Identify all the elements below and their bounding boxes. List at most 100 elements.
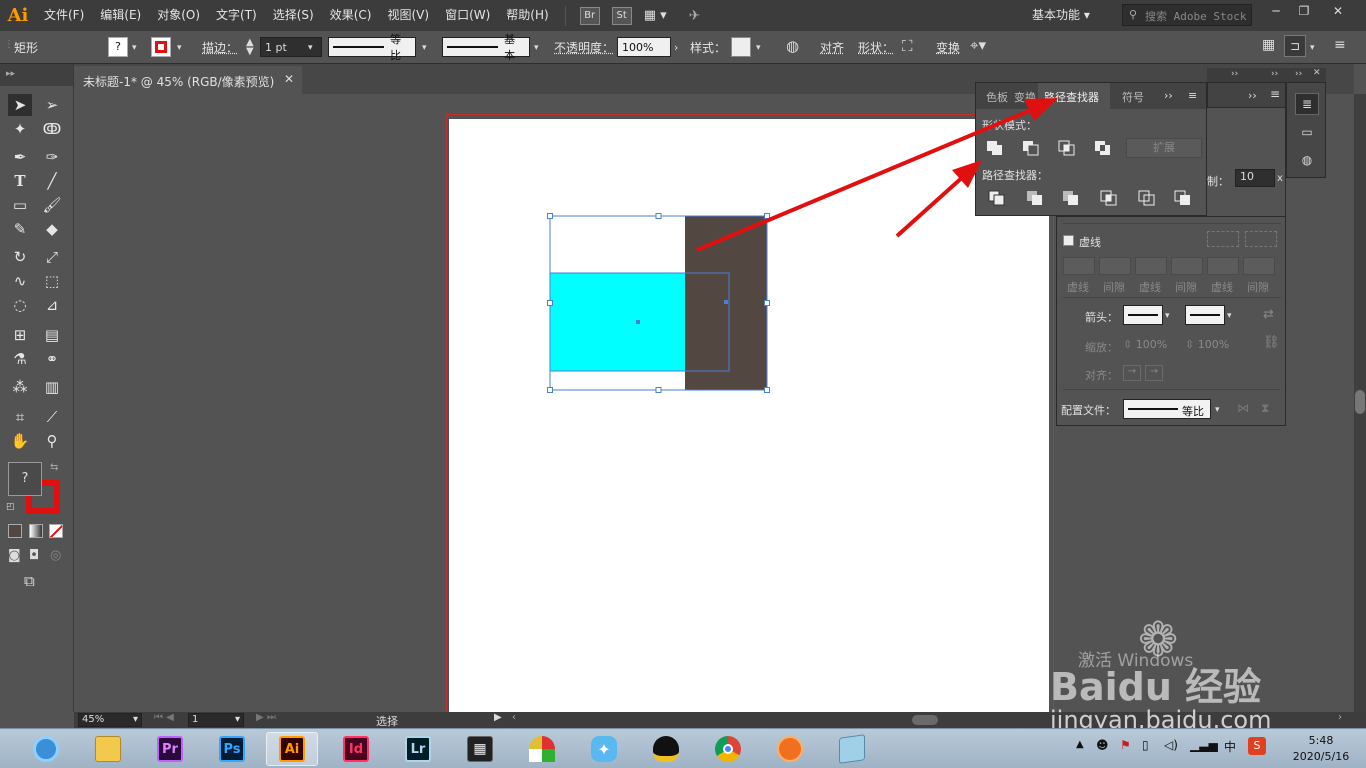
- menu-type[interactable]: 文字(T): [208, 0, 265, 31]
- taskbar-chrome[interactable]: [702, 732, 754, 766]
- gradient-tool-icon[interactable]: ▤: [40, 324, 64, 346]
- scroll-right-icon[interactable]: ›: [1338, 712, 1342, 723]
- collapse-icon[interactable]: ››: [1271, 69, 1278, 79]
- dash-align-icon[interactable]: [1245, 231, 1277, 247]
- rotate-tool-icon[interactable]: ↻: [8, 246, 32, 268]
- end-arrowhead-dropdown[interactable]: [1185, 305, 1225, 325]
- line-tool-icon[interactable]: ╱: [40, 170, 64, 192]
- horizontal-scrollbar-thumb[interactable]: [912, 715, 938, 725]
- taskbar-photoshop[interactable]: Ps: [206, 732, 258, 766]
- taskbar-file-explorer[interactable]: [82, 732, 134, 766]
- gap-field-2[interactable]: [1171, 257, 1203, 275]
- close-button[interactable]: ✕: [1328, 4, 1348, 22]
- none-mode-button[interactable]: [49, 524, 63, 538]
- cyan-rectangle[interactable]: [550, 273, 685, 371]
- artboard-number-field[interactable]: 1 ▾: [188, 713, 244, 727]
- vertical-scrollbar-thumb[interactable]: [1355, 390, 1365, 414]
- opacity-label[interactable]: 不透明度：: [554, 39, 614, 56]
- battery-icon[interactable]: ▯: [1142, 738, 1149, 752]
- resize-handle[interactable]: [655, 387, 662, 393]
- mesh-tool-icon[interactable]: ⊞: [8, 324, 32, 346]
- lasso-tool-icon[interactable]: ↂ: [40, 118, 64, 140]
- stroke-label[interactable]: 描边：: [202, 39, 238, 56]
- chevron-down-icon[interactable]: ▾: [534, 43, 539, 53]
- status-menu-arrow-icon[interactable]: ▶: [494, 712, 502, 723]
- gradient-mode-button[interactable]: [29, 524, 43, 538]
- resize-handle[interactable]: [547, 387, 553, 393]
- close-icon[interactable]: ✕: [284, 72, 294, 86]
- transform-label[interactable]: 变换: [936, 39, 960, 56]
- zoom-level-field[interactable]: 45% ▾: [78, 713, 142, 727]
- arrange-panels-icon[interactable]: ▦: [1262, 37, 1275, 53]
- column-graph-tool-icon[interactable]: ▥: [40, 376, 64, 398]
- miter-limit-field[interactable]: 10: [1235, 169, 1275, 187]
- stock-button[interactable]: St: [611, 6, 632, 25]
- intersect-button[interactable]: [1058, 140, 1076, 156]
- transparency-panel-icon[interactable]: ◍: [1295, 149, 1319, 171]
- more-tabs-icon[interactable]: ››: [1248, 89, 1257, 102]
- taskbar-illustrator[interactable]: Ai: [266, 732, 318, 766]
- dash-field-1[interactable]: [1063, 257, 1095, 275]
- brush-definition-dropdown[interactable]: 基本: [442, 33, 530, 62]
- gradient-panel-icon[interactable]: ▭: [1295, 121, 1319, 143]
- signal-icon[interactable]: ▁▃▅: [1190, 738, 1218, 752]
- align-label[interactable]: 对齐: [820, 39, 844, 56]
- chevron-down-icon[interactable]: ▾: [1227, 311, 1232, 321]
- screen-mode-icon[interactable]: ⧉: [24, 572, 35, 590]
- scale-start-field[interactable]: ⇳ 100%: [1123, 338, 1167, 351]
- arrange-documents-icon[interactable]: ▦ ▾: [644, 8, 667, 23]
- shape-builder-tool-icon[interactable]: ◌: [8, 294, 32, 316]
- rectangle-tool-icon[interactable]: ▭: [8, 194, 32, 216]
- merge-button[interactable]: [1062, 190, 1080, 206]
- restore-button[interactable]: ❐: [1294, 4, 1314, 22]
- resize-handle[interactable]: [764, 300, 770, 306]
- scale-end-field[interactable]: ⇳ 100%: [1185, 338, 1229, 351]
- eraser-tool-icon[interactable]: ◆: [40, 218, 64, 240]
- scroll-left-icon[interactable]: ‹: [512, 712, 516, 723]
- dashed-line-checkbox[interactable]: [1063, 235, 1074, 246]
- opacity-field[interactable]: 100%: [617, 37, 671, 57]
- draw-behind-icon[interactable]: ◘: [29, 548, 39, 563]
- system-clock[interactable]: 5:48 2020/5/16: [1284, 733, 1358, 765]
- dash-field-3[interactable]: [1207, 257, 1239, 275]
- tab-symbols[interactable]: 符号: [1122, 89, 1146, 105]
- type-tool-icon[interactable]: T: [8, 170, 32, 192]
- shape-properties-icon[interactable]: ⛶: [902, 37, 913, 55]
- properties-panel-icon[interactable]: ≣: [1295, 93, 1319, 115]
- paintbrush-tool-icon[interactable]: 🖌: [40, 194, 64, 216]
- flip-along-icon[interactable]: ⋈: [1237, 401, 1249, 415]
- collapse-icon[interactable]: ››: [1231, 69, 1238, 79]
- outline-button[interactable]: [1138, 190, 1156, 206]
- default-fill-stroke-icon[interactable]: ◰: [6, 502, 15, 512]
- tools-panel-header[interactable]: ▸▸: [0, 64, 73, 86]
- collapse-icon[interactable]: ››: [1295, 69, 1302, 79]
- taskbar-browser-360[interactable]: [20, 732, 72, 766]
- graphic-style-swatch[interactable]: [731, 37, 751, 57]
- arrow-align-extend-icon[interactable]: →: [1123, 365, 1141, 381]
- shape-label[interactable]: 形状：: [858, 39, 894, 56]
- hand-tool-icon[interactable]: ✋: [8, 430, 32, 452]
- input-method-indicator[interactable]: 中: [1224, 738, 1236, 755]
- minus-back-button[interactable]: [1174, 190, 1192, 206]
- arrow-align-place-icon[interactable]: →: [1145, 365, 1163, 381]
- dash-preserve-icon[interactable]: [1207, 231, 1239, 247]
- draw-inside-icon[interactable]: ◎: [50, 548, 61, 563]
- variable-width-profile-dropdown[interactable]: 等比: [328, 33, 416, 62]
- panel-menu-icon[interactable]: ≡: [1270, 87, 1280, 101]
- scale-tool-icon[interactable]: ⤢: [40, 246, 64, 268]
- pen-tool-icon[interactable]: ✒: [8, 146, 32, 168]
- minus-front-button[interactable]: [1022, 140, 1040, 156]
- exclude-button[interactable]: [1094, 140, 1112, 156]
- stock-search-input[interactable]: ⚲ 搜索 Adobe Stock: [1122, 4, 1252, 26]
- isolate-icon[interactable]: ⌖▾: [970, 36, 986, 54]
- resize-handle[interactable]: [547, 213, 553, 219]
- panel-collapse-bar[interactable]: ›› ›› ›› ✕: [1207, 68, 1326, 82]
- close-icon[interactable]: ✕: [1313, 68, 1321, 78]
- taskbar-bird-app[interactable]: ✦: [578, 732, 630, 766]
- taskbar-video-player[interactable]: ▦: [454, 732, 506, 766]
- taskbar-lightroom[interactable]: Lr: [392, 732, 444, 766]
- swap-fill-stroke-icon[interactable]: ⇆: [50, 462, 58, 473]
- document-tab[interactable]: 未标题-1* @ 45% (RGB/像素预览) ✕: [74, 66, 302, 94]
- menu-file[interactable]: 文件(F): [36, 0, 92, 31]
- warp-tool-icon[interactable]: ∿: [8, 270, 32, 292]
